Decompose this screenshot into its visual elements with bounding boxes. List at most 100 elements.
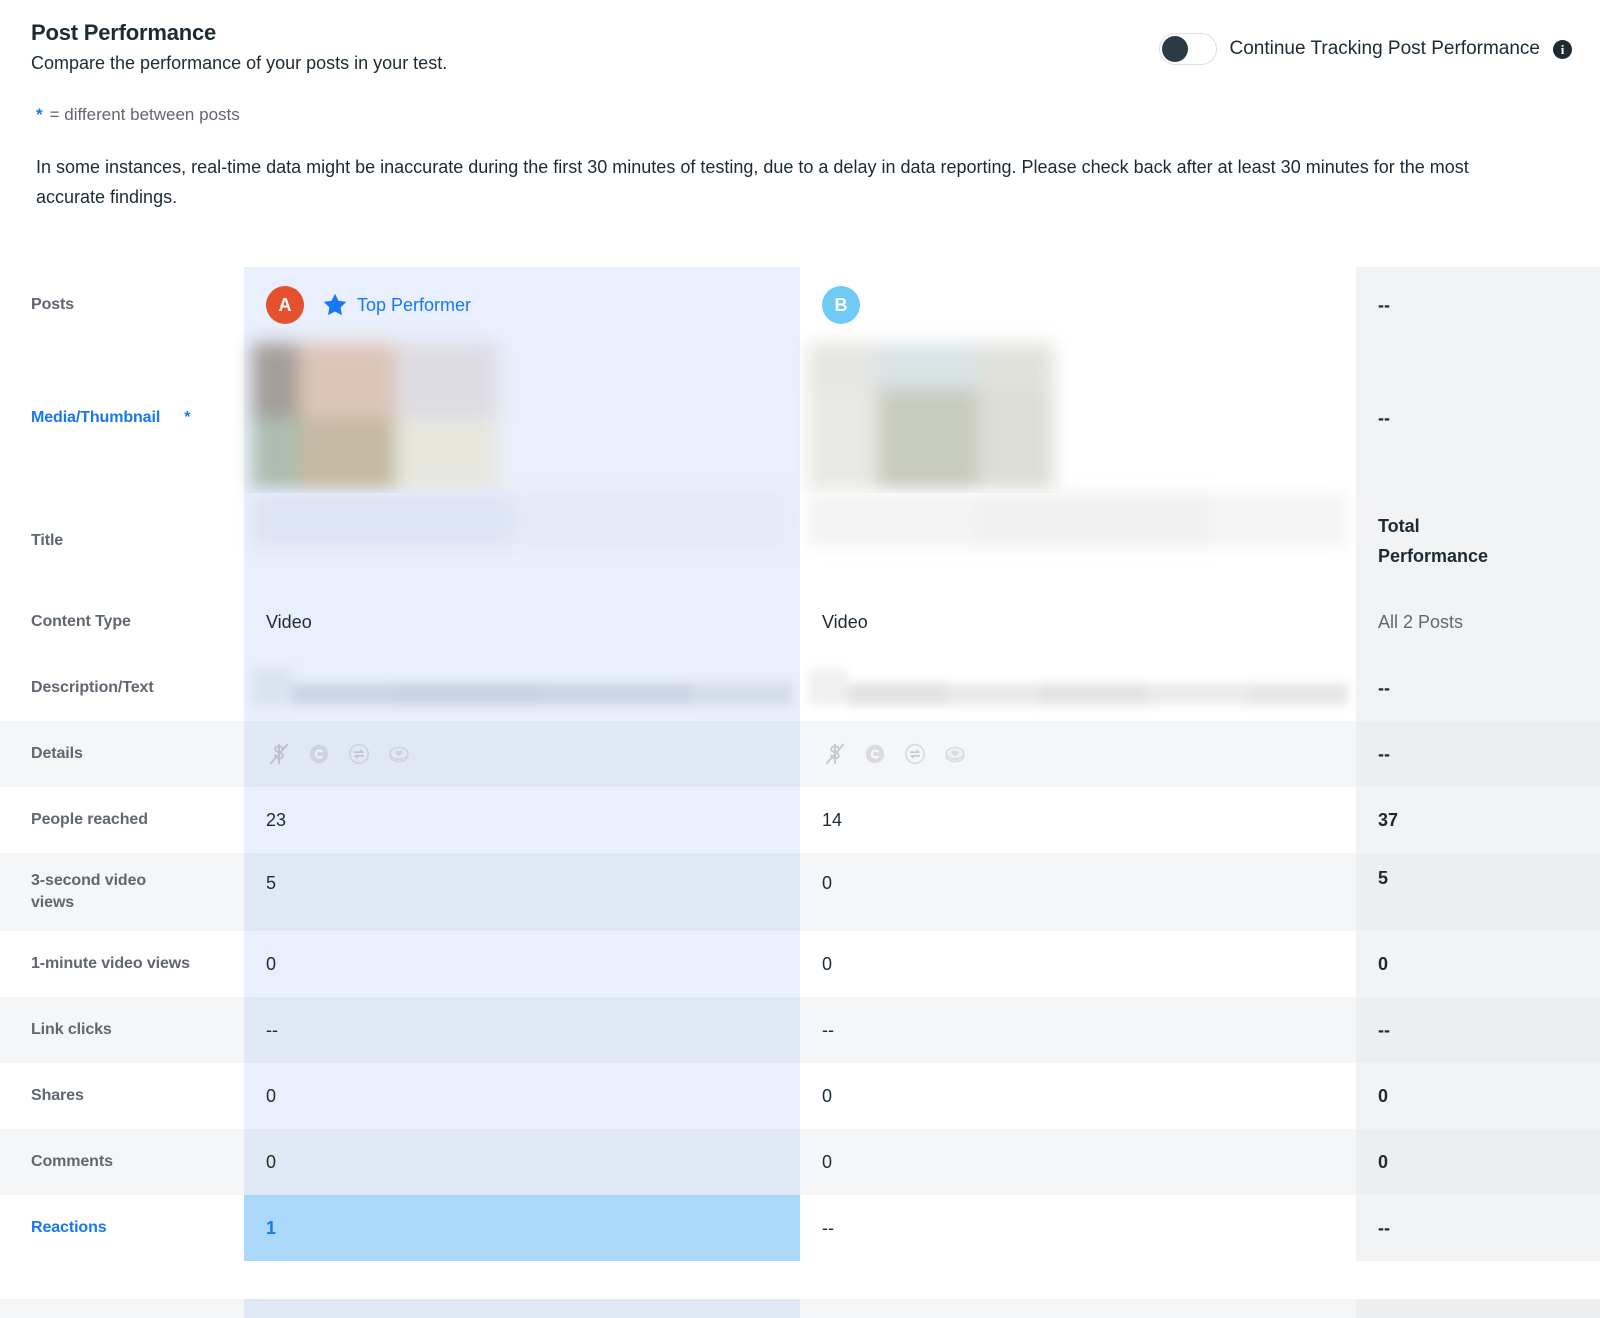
table-row: 3-second video views 5 0 5 (0, 853, 1600, 931)
cell-total-1m-views: 0 (1356, 931, 1600, 997)
cell-total-title: Total Performance (1356, 493, 1600, 589)
post-thumbnail-a[interactable] (252, 343, 498, 491)
continue-tracking-toggle[interactable] (1159, 33, 1217, 65)
share-exchange-icon (902, 741, 928, 767)
post-thumbnail-b[interactable] (808, 343, 1054, 491)
table-row: Media/Thumbnail * -- (0, 343, 1600, 493)
cell-total-details: -- (1356, 721, 1600, 787)
cell-description-a (244, 655, 800, 721)
cell-total-reactions: -- (1356, 1195, 1600, 1261)
copyright-icon (862, 741, 888, 767)
total-panel-top (1356, 267, 1600, 279)
table-row: People reached 23 14 37 (0, 787, 1600, 853)
row-label: Comments (0, 1129, 244, 1195)
cell-total-3s-views: 5 (1356, 853, 1600, 931)
table-row-partial (0, 1299, 1600, 1318)
value: 0 (822, 873, 832, 894)
row-label: Link clicks (0, 997, 244, 1063)
tail-a (244, 1299, 800, 1318)
cell-people-reached-b: 14 (800, 787, 1356, 853)
info-icon[interactable]: i (1553, 40, 1572, 59)
row-label: Description/Text (0, 655, 244, 721)
description-placeholder-a (252, 669, 792, 705)
cell-3s-views-b: 0 (800, 853, 1356, 931)
post-performance-page: Post Performance Compare the performance… (0, 0, 1600, 1318)
cell-link-clicks-b: -- (800, 997, 1356, 1063)
row-label: Details (0, 721, 244, 787)
continue-tracking-label: Continue Tracking Post Performance (1230, 38, 1541, 60)
cell-comments-b: 0 (800, 1129, 1356, 1195)
top-performer-tag: Top Performer (322, 292, 471, 318)
page-subtitle: Compare the performance of your posts in… (31, 53, 447, 74)
cell-link-clicks-a: -- (244, 997, 800, 1063)
row-label-reactions: Reactions (0, 1195, 244, 1261)
title-placeholder-a (252, 493, 792, 547)
post-badge-b: B (822, 286, 860, 324)
cell-media-b[interactable] (800, 343, 1356, 493)
cell-details-a (244, 721, 800, 787)
row-label: Posts (0, 267, 244, 343)
row-label: 3-second video views (0, 853, 244, 931)
value: 5 (1378, 868, 1388, 889)
details-icon-group-b (822, 741, 968, 767)
title-placeholder-b (808, 493, 1348, 547)
realtime-data-note: In some instances, real-time data might … (36, 152, 1536, 212)
difference-asterisk-icon: * (184, 409, 190, 427)
total-performance-line1: Total (1378, 511, 1488, 541)
cell-title-a (244, 493, 800, 589)
cell-1m-views-a: 0 (244, 931, 800, 997)
page-header: Post Performance Compare the performance… (0, 0, 1600, 240)
cell-details-b (800, 721, 1356, 787)
cell-post-a: A Top Performer (244, 267, 800, 343)
table-row: 1-minute video views 0 0 0 (0, 931, 1600, 997)
row-label: Content Type (0, 589, 244, 655)
cell-description-b (800, 655, 1356, 721)
table-row: Content Type Video Video All 2 Posts (0, 589, 1600, 655)
copyright-icon (306, 741, 332, 767)
table-row: Title Total Performance (0, 493, 1600, 589)
legend-asterisk-icon: * (36, 106, 43, 123)
cell-content-type-b: Video (800, 589, 1356, 655)
table-row: Details (0, 721, 1600, 787)
cell-total-content-type: All 2 Posts (1356, 589, 1600, 655)
cell-comments-a: 0 (244, 1129, 800, 1195)
table-row: Shares 0 0 0 (0, 1063, 1600, 1129)
cell-media-a[interactable] (244, 343, 800, 493)
cell-shares-a: 0 (244, 1063, 800, 1129)
value: 5 (266, 873, 276, 894)
column-a-panel-top (244, 267, 800, 277)
page-title: Post Performance (31, 20, 216, 46)
share-exchange-icon (346, 741, 372, 767)
row-label-media: Media/Thumbnail * (0, 343, 244, 493)
cell-total-people-reached: 37 (1356, 787, 1600, 853)
star-icon (322, 292, 348, 318)
cell-total-link-clicks: -- (1356, 997, 1600, 1063)
cell-title-b (800, 493, 1356, 589)
no-monetization-icon (822, 741, 848, 767)
table-row: Comments 0 0 0 (0, 1129, 1600, 1195)
total-performance-line2: Performance (1378, 541, 1488, 571)
tail-b (800, 1299, 1356, 1318)
table-row: Reactions 1 -- -- (0, 1195, 1600, 1261)
cell-total-comments: 0 (1356, 1129, 1600, 1195)
cell-total-media: -- (1356, 343, 1600, 493)
fan-support-coin-icon (386, 741, 412, 767)
row-label: 1-minute video views (0, 931, 244, 997)
cell-reactions-a: 1 (244, 1195, 800, 1261)
no-monetization-icon (266, 741, 292, 767)
table-row: Link clicks -- -- -- (0, 997, 1600, 1063)
cell-shares-b: 0 (800, 1063, 1356, 1129)
cell-content-type-a: Video (244, 589, 800, 655)
legend: * = different between posts (36, 105, 240, 125)
tail-label (0, 1299, 244, 1318)
cell-1m-views-b: 0 (800, 931, 1356, 997)
cell-total-description: -- (1356, 655, 1600, 721)
row-label: Title (0, 493, 244, 589)
cell-post-b: B (800, 267, 1356, 343)
fan-support-coin-icon (942, 741, 968, 767)
table-row: Description/Text -- (0, 655, 1600, 721)
toggle-knob (1162, 36, 1188, 62)
legend-label: = different between posts (50, 105, 240, 125)
description-placeholder-b (808, 669, 1348, 705)
row-label: People reached (0, 787, 244, 853)
